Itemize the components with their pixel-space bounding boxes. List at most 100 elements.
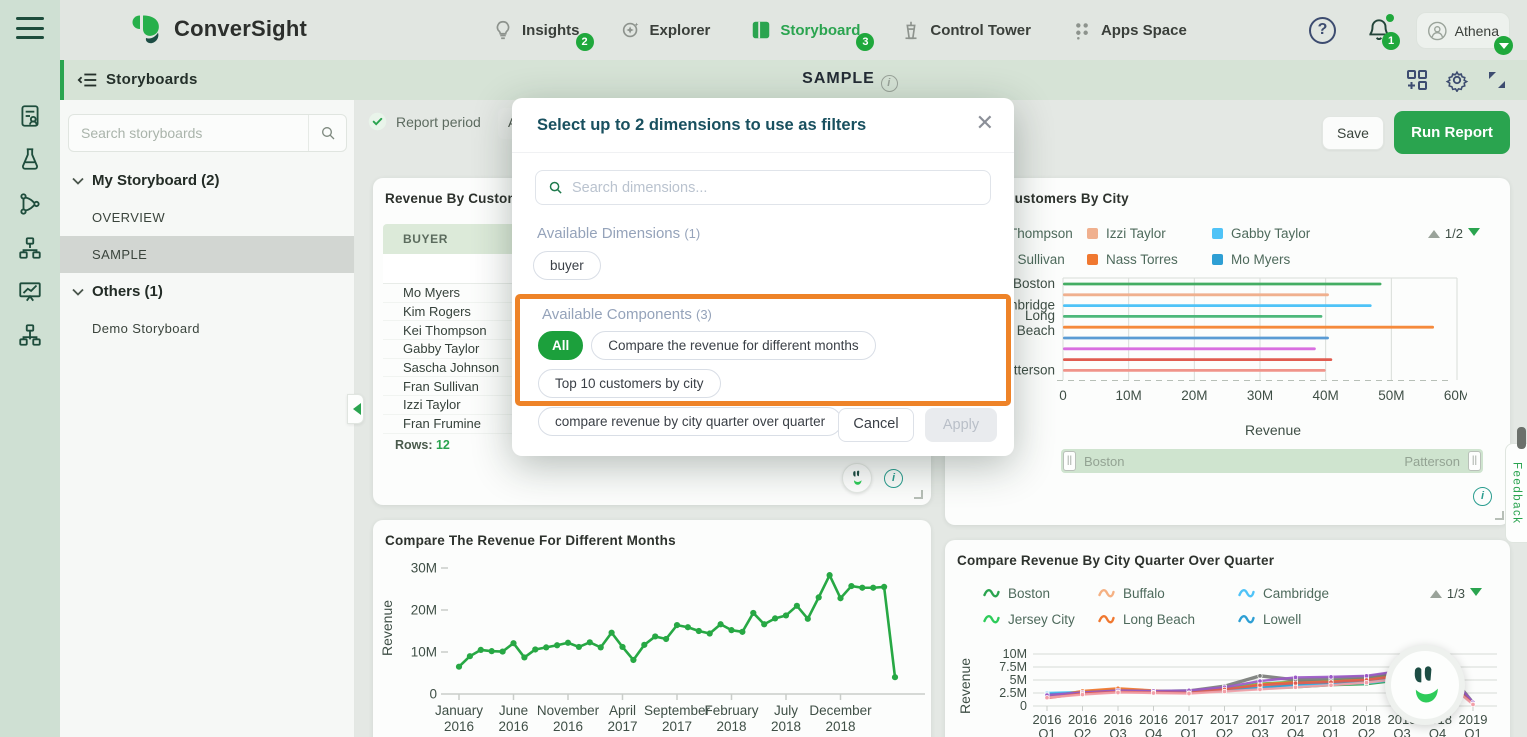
svg-text:Q2: Q2 <box>1358 726 1375 737</box>
sidebar-collapse-handle[interactable] <box>347 394 364 424</box>
monthly-revenue-line-chart[interactable]: 010M20M30MJanuary2016June2016November201… <box>401 550 931 737</box>
nav-item-control-tower[interactable]: Control Tower <box>900 19 1031 41</box>
legend-item-jersey-city[interactable]: Jersey City <box>983 606 1098 632</box>
nav-item-explorer[interactable]: Explorer <box>620 19 711 41</box>
legend-marker <box>1087 254 1098 265</box>
svg-text:10M: 10M <box>1003 647 1027 661</box>
legend-wave-marker <box>983 587 1000 599</box>
legend-item-lowell[interactable]: Lowell <box>1238 606 1368 632</box>
report-period-label: Report period <box>396 114 481 130</box>
slider-handle-left[interactable]: || <box>1063 451 1076 471</box>
top10-legend: Kei ThompsonIzzi TaylorGabby TaylorFran … <box>967 220 1372 272</box>
nav-item-insights[interactable]: Insights2 <box>492 19 580 41</box>
dimension-search-input[interactable] <box>572 180 978 196</box>
save-button[interactable]: Save <box>1322 116 1384 150</box>
svg-text:2017: 2017 <box>1210 712 1239 727</box>
legend-page-up-icon[interactable] <box>1430 584 1442 598</box>
sidebar-item-demo-storyboard[interactable]: Demo Storyboard <box>60 310 354 347</box>
legend-item-long-beach[interactable]: Long Beach <box>1098 606 1238 632</box>
legend-item-mo-myers[interactable]: Mo Myers <box>1212 246 1372 272</box>
notifications-bell-icon[interactable]: 1 <box>1366 16 1392 44</box>
svg-text:2018: 2018 <box>1352 712 1381 727</box>
settings-gear-icon[interactable] <box>1445 68 1469 92</box>
legend-page-indicator: 1/3 <box>1447 586 1465 601</box>
athena-assistant-button[interactable] <box>1385 645 1465 725</box>
legend-item-izzi-taylor[interactable]: Izzi Taylor <box>1087 220 1212 246</box>
resize-handle[interactable] <box>914 490 923 499</box>
storyboard-search-input[interactable] <box>69 125 308 141</box>
category-range-slider[interactable]: || Boston Patterson || <box>1061 449 1483 473</box>
top10-bar-chart[interactable]: BostonCambridgeLongBeachPatterson010M20M… <box>997 276 1467 411</box>
athena-widget-button[interactable] <box>842 463 872 493</box>
legend-page-down-icon[interactable] <box>1470 588 1482 602</box>
legend-item-nass-torres[interactable]: Nass Torres <box>1087 246 1212 272</box>
legend-item-gabby-taylor[interactable]: Gabby Taylor <box>1212 220 1372 246</box>
presentation-chart-icon[interactable] <box>17 279 43 305</box>
component-chip-compare-revenue-by-city-quarter-over-quarter[interactable]: compare revenue by city quarter over qua… <box>538 407 842 436</box>
legend-wave-marker <box>1238 613 1255 625</box>
available-components-highlight-box: Available Components (3) All Compare the … <box>515 294 1011 406</box>
legend-wave-marker <box>1098 587 1115 599</box>
svg-text:September: September <box>644 703 711 718</box>
slider-handle-right[interactable]: || <box>1468 451 1481 471</box>
legend-item-cambridge[interactable]: Cambridge <box>1238 580 1368 606</box>
svg-text:50M: 50M <box>1378 388 1404 403</box>
flask-icon[interactable] <box>17 146 43 172</box>
fullscreen-expand-icon[interactable] <box>1485 68 1509 92</box>
report-period-filter[interactable]: Report period <box>368 112 481 131</box>
chevron-down-icon <box>72 288 84 296</box>
svg-text:Long: Long <box>1025 308 1055 323</box>
dimension-chip-list: buyer <box>533 251 601 280</box>
component-chip-compare-the-revenue-for-different-months[interactable]: Compare the revenue for different months <box>591 331 875 360</box>
widget-info-icon[interactable]: i <box>1473 487 1492 506</box>
user-name: Athena <box>1455 23 1499 39</box>
svg-text:40M: 40M <box>1313 388 1339 403</box>
svg-text:Q1: Q1 <box>1038 726 1055 737</box>
svg-text:2019: 2019 <box>1459 712 1488 727</box>
conversight-smile-icon <box>1403 663 1447 707</box>
feedback-tab[interactable]: Feedback <box>1505 443 1527 543</box>
component-chip-all[interactable]: All <box>538 331 583 360</box>
storyboard-info-icon[interactable]: i <box>881 75 898 92</box>
hierarchy-icon[interactable] <box>17 322 43 348</box>
insights-icon <box>492 19 514 41</box>
svg-text:Q2: Q2 <box>1216 726 1233 737</box>
search-icon[interactable] <box>308 115 346 151</box>
apply-button[interactable]: Apply <box>925 408 997 442</box>
nav-item-storyboard[interactable]: Storyboard3 <box>750 19 860 41</box>
chevron-down-icon[interactable] <box>1494 36 1513 55</box>
dimension-chip-buyer[interactable]: buyer <box>533 251 601 280</box>
available-components-heading: Available Components (3) <box>542 306 712 323</box>
legend-page-down-icon[interactable] <box>1468 228 1480 242</box>
resize-handle[interactable] <box>1495 511 1504 520</box>
report-doc-icon[interactable] <box>17 103 43 129</box>
conversight-logo-icon <box>128 11 164 47</box>
hamburger-menu-icon[interactable] <box>16 17 44 39</box>
tree-group-my-storyboard-2-[interactable]: My Storyboard (2) <box>60 162 354 199</box>
run-report-button[interactable]: Run Report <box>1394 111 1510 154</box>
legend-page-up-icon[interactable] <box>1428 224 1440 238</box>
cancel-button[interactable]: Cancel <box>838 408 914 442</box>
help-icon[interactable]: ? <box>1309 17 1336 44</box>
apps-icon <box>1071 19 1093 41</box>
svg-text:Q1: Q1 <box>1322 726 1339 737</box>
sidebar-item-sample[interactable]: SAMPLE <box>60 236 354 273</box>
brand-name: ConverSight <box>174 16 307 42</box>
widget-info-icon[interactable]: i <box>884 469 903 488</box>
legend-item-boston[interactable]: Boston <box>983 580 1098 606</box>
dimension-search <box>535 170 991 205</box>
sidebar-item-overview[interactable]: OVERVIEW <box>60 199 354 236</box>
legend-item-buffalo[interactable]: Buffalo <box>1098 580 1238 606</box>
add-widget-icon[interactable] <box>1405 68 1429 92</box>
scrollbar-thumb[interactable] <box>1517 427 1526 449</box>
component-chip-top-10-customers-by-city[interactable]: Top 10 customers by city <box>538 369 721 398</box>
svg-text:Q3: Q3 <box>1251 726 1268 737</box>
nav-item-apps-space[interactable]: Apps Space <box>1071 19 1187 41</box>
panel-collapse-icon[interactable] <box>77 69 99 91</box>
tree-group-others-1-[interactable]: Others (1) <box>60 273 354 310</box>
org-chart-icon[interactable] <box>17 235 43 261</box>
conversight-logo[interactable]: ConverSight <box>128 11 307 47</box>
workflow-branch-icon[interactable] <box>17 191 43 217</box>
close-icon[interactable]: ✕ <box>976 110 994 136</box>
svg-text:7.5M: 7.5M <box>999 660 1027 674</box>
